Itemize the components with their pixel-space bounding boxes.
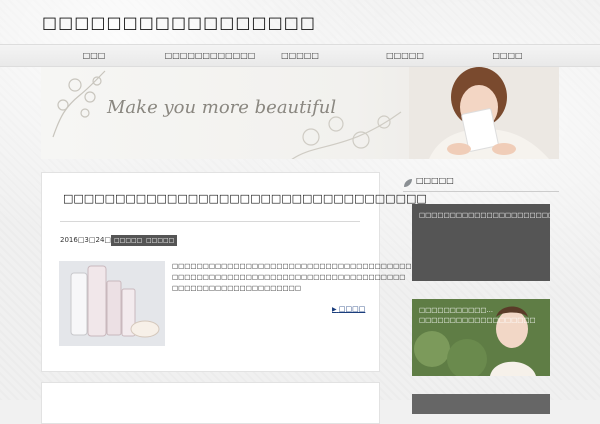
nav-item-5[interactable]: □□□□ bbox=[485, 45, 530, 66]
main-nav: □□□ □□□□□□□□□□□□ □□□□□ □□□□□ □□□□ bbox=[0, 44, 600, 67]
hero-banner: Make you more beautiful bbox=[41, 67, 559, 159]
nav-item-2[interactable]: □□□□□□□□□□□□ bbox=[160, 45, 260, 66]
sidebar-item-label: □□□□□□□□□□□…□□□□□□□□□□□□□□□□□□□ bbox=[419, 306, 536, 324]
divider bbox=[60, 221, 360, 222]
sidebar-heading-label: □□□□□ bbox=[416, 176, 454, 185]
sidebar-item[interactable]: □□□□□□□□□□□□□□□□□□□□□□□□□□□ bbox=[412, 204, 550, 281]
read-more-label: □□□□ bbox=[338, 305, 366, 313]
read-more-link[interactable]: ▶ □□□□ bbox=[332, 305, 365, 313]
post-card bbox=[41, 382, 380, 424]
post-thumbnail[interactable] bbox=[59, 261, 165, 346]
post-card: □□□□□□□□□□□□□□□□□□□□□□□□□□□□□□□□□□□ 2016… bbox=[41, 172, 428, 372]
sidebar-item[interactable] bbox=[412, 394, 550, 414]
hero-photo bbox=[409, 67, 559, 159]
nav-item-1[interactable]: □□□ bbox=[74, 45, 114, 66]
sidebar-heading: □□□□□ bbox=[403, 173, 559, 192]
nav-item-4[interactable]: □□□□□ bbox=[380, 45, 430, 66]
leaf-icon bbox=[404, 179, 412, 187]
floral-ornament-left bbox=[52, 70, 106, 138]
post-excerpt: □□□□□□□□□□□□□□□□□□□□□□□□□□□□□□□□□□□□□□□□… bbox=[172, 262, 428, 292]
nav-item-3[interactable]: □□□□□ bbox=[275, 45, 325, 66]
sidebar-item[interactable]: □□□□□□□□□□□…□□□□□□□□□□□□□□□□□□□ bbox=[412, 299, 550, 376]
site-title[interactable]: □□□□□□□□□□□□□□□□□ bbox=[42, 13, 316, 32]
post-title[interactable]: □□□□□□□□□□□□□□□□□□□□□□□□□□□□□□□□□□□ bbox=[63, 191, 427, 207]
sidebar-item-label: □□□□□□□□□□□□□□□□□□□□□□□□□□□ bbox=[419, 211, 550, 219]
triangle-right-icon: ▶ bbox=[332, 306, 337, 313]
category-tag[interactable]: □□□□□ bbox=[111, 235, 146, 246]
category-tag[interactable]: □□□□□ bbox=[143, 235, 178, 246]
floral-ornament-right bbox=[291, 111, 402, 159]
post-date: 2016□3□24□ bbox=[60, 236, 112, 244]
product-bottles-image bbox=[59, 261, 165, 346]
